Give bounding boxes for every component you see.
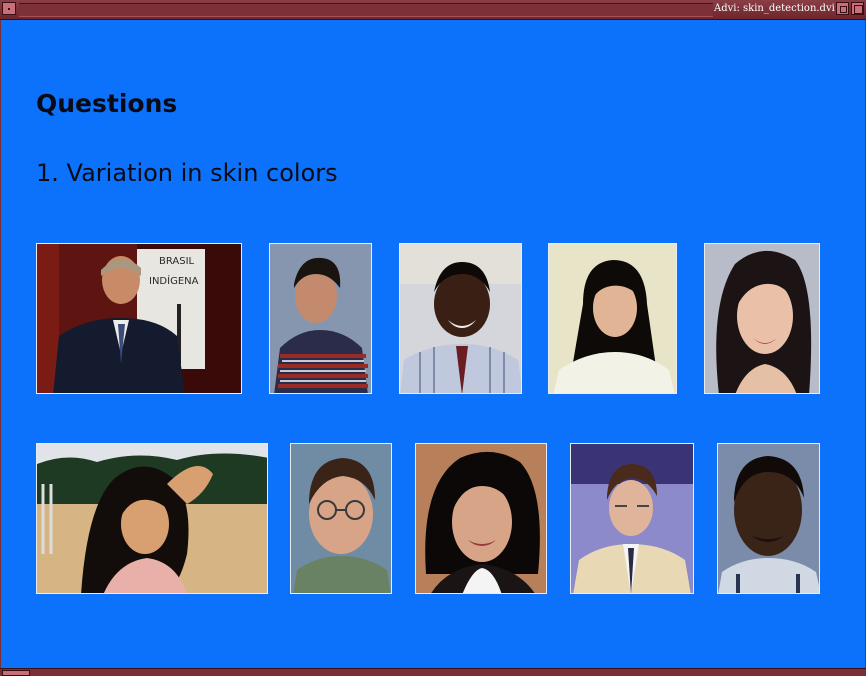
photo-man-glasses-image — [291, 444, 391, 593]
photo-boy-sweater-image — [270, 244, 371, 393]
maximize-button[interactable] — [851, 2, 864, 15]
photo-man-tan-suit-image — [571, 444, 693, 593]
minimize-button[interactable] — [836, 2, 849, 15]
list-item-skin-colors: 1. Variation in skin colors — [36, 159, 338, 187]
window-menu-button[interactable] — [2, 2, 16, 15]
poster-text-line2: INDÍGENA — [149, 274, 199, 287]
photo-woman-beach-image — [37, 444, 267, 593]
photo-man-glasses — [290, 443, 392, 594]
photo-boy-sweater — [269, 243, 372, 394]
window-title: Advi: skin_detection.dvi — [714, 3, 835, 14]
photo-smiling-man-image — [400, 244, 521, 393]
photo-man-dark-skin — [717, 443, 820, 594]
photo-woman-black-hair — [548, 243, 677, 394]
photo-smiling-man — [399, 243, 522, 394]
photo-man-tan-suit — [570, 443, 694, 594]
resize-handle[interactable] — [2, 670, 30, 676]
photo-man-suit-image: BRASIL INDÍGENA — [37, 244, 241, 393]
photo-man-dark-skin-image — [718, 444, 819, 593]
photo-woman-short-hair-image — [416, 444, 546, 593]
window-titlebar[interactable]: Advi: skin_detection.dvi — [0, 0, 866, 20]
photo-man-suit: BRASIL INDÍGENA — [36, 243, 242, 394]
slide-heading: Questions — [36, 89, 178, 118]
photo-woman-black-hair-image — [549, 244, 676, 393]
photo-woman-portrait — [704, 243, 820, 394]
titlebar-drag-area[interactable] — [19, 3, 713, 17]
poster-text-line1: BRASIL — [159, 256, 195, 267]
photo-woman-beach — [36, 443, 268, 594]
photo-woman-portrait-image — [705, 244, 819, 393]
photo-woman-short-hair — [415, 443, 547, 594]
